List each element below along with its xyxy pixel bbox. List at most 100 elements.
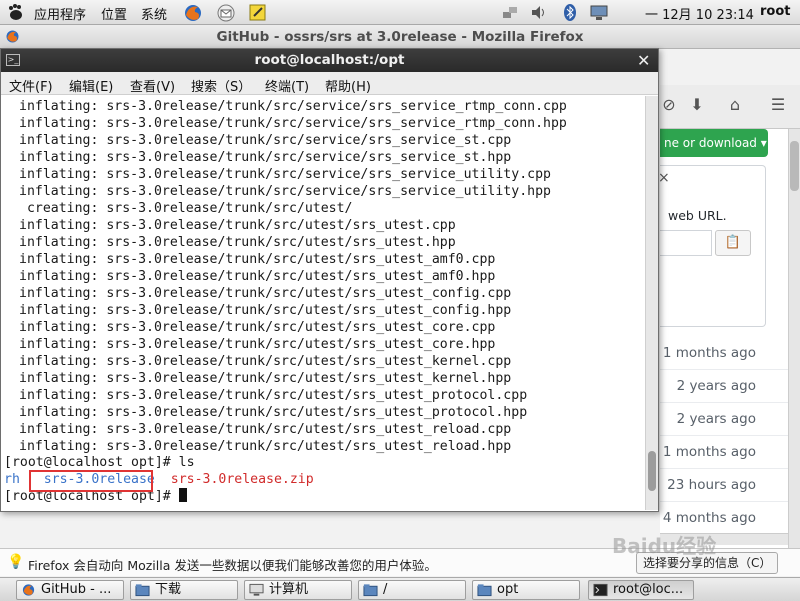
ls-dir-rh: rh	[4, 472, 20, 487]
ls-zip: srs-3.0release.zip	[170, 472, 314, 487]
output-line: inflating: srs-3.0release/trunk/src/utes…	[19, 218, 456, 233]
taskbar: GitHub - ... 下载 计算机 / opt root@loc...	[0, 577, 800, 601]
text-cursor	[178, 488, 187, 502]
output-line: inflating: srs-3.0release/trunk/src/utes…	[19, 235, 456, 250]
task-github[interactable]: GitHub - ...	[16, 580, 124, 600]
clone-url-input[interactable]	[660, 230, 712, 256]
terminal-titlebar[interactable]: >_ root@localhost:/opt ✕	[1, 49, 658, 72]
output-line: inflating: srs-3.0release/trunk/src/utes…	[19, 439, 512, 454]
row-divider	[660, 402, 788, 403]
task-label: /	[383, 582, 388, 597]
output-line: inflating: srs-3.0release/trunk/src/utes…	[19, 388, 528, 403]
display-icon[interactable]	[589, 3, 609, 22]
commit-time: 23 hours ago	[667, 477, 756, 493]
task-computer[interactable]: 计算机	[244, 580, 352, 600]
firefox-vertical-scrollbar[interactable]	[788, 129, 800, 554]
commit-time: 1 months ago	[662, 444, 756, 460]
task-terminal[interactable]: root@loc...	[588, 580, 694, 600]
terminal-title: root@localhost:/opt	[254, 52, 405, 68]
home-icon[interactable]: ⌂	[724, 95, 746, 117]
menu-file[interactable]: 文件(F)	[9, 76, 53, 95]
task-label: 下载	[155, 582, 182, 597]
clock[interactable]: 一 12月 10 23:14	[645, 4, 754, 23]
system-menu[interactable]: 系统	[141, 4, 167, 23]
terminal-icon	[593, 583, 608, 597]
menu-terminal[interactable]: 终端(T)	[265, 76, 309, 95]
output-line: inflating: srs-3.0release/trunk/src/serv…	[19, 133, 512, 148]
terminal-output[interactable]: inflating: srs-3.0release/trunk/src/serv…	[1, 96, 644, 510]
row-divider	[660, 435, 788, 436]
terminal-menubar: 文件(F) 编辑(E) 查看(V) 搜索（S） 终端(T) 帮助(H)	[1, 72, 658, 95]
pocket-icon[interactable]: ⊘	[658, 95, 680, 117]
output-line: creating: srs-3.0release/trunk/src/utest…	[19, 201, 353, 216]
mail-launcher-icon[interactable]	[216, 3, 236, 22]
firefox-titlebar[interactable]: GitHub - ossrs/srs at 3.0release - Mozil…	[0, 25, 800, 49]
firefox-launcher-icon[interactable]	[183, 3, 203, 22]
menu-view[interactable]: 查看(V)	[130, 76, 175, 95]
bluetooth-icon[interactable]	[560, 3, 580, 22]
task-opt-folder[interactable]: opt	[472, 580, 580, 600]
output-line: inflating: srs-3.0release/trunk/src/serv…	[19, 167, 551, 182]
gnome-foot-icon[interactable]	[6, 3, 26, 22]
applications-menu[interactable]: 应用程序	[34, 4, 86, 23]
firefox-icon	[22, 584, 35, 596]
github-page: ne or download ▾ × web URL. 📋 1 months a…	[658, 129, 788, 554]
clipboard-icon[interactable]: 📋	[715, 230, 751, 256]
notes-launcher-icon[interactable]	[248, 3, 268, 22]
output-line: inflating: srs-3.0release/trunk/src/utes…	[19, 354, 512, 369]
volume-icon[interactable]	[529, 3, 549, 22]
output-line: inflating: srs-3.0release/trunk/src/utes…	[19, 286, 512, 301]
folder-icon	[477, 584, 492, 597]
task-label: root@loc...	[613, 582, 684, 597]
clone-popup: × web URL. 📋	[658, 165, 766, 327]
clone-popup-text: web URL.	[668, 208, 727, 223]
row-divider	[660, 369, 788, 370]
top-panel: 应用程序 位置 系统 一 12月 10 23:14 root	[0, 0, 800, 25]
menu-edit[interactable]: 编辑(E)	[69, 76, 113, 95]
task-label: 计算机	[269, 582, 309, 597]
computer-icon	[249, 583, 264, 596]
folder-icon	[363, 584, 378, 597]
scrollbar-thumb[interactable]	[648, 451, 656, 491]
output-line: inflating: srs-3.0release/trunk/src/serv…	[19, 184, 551, 199]
places-menu[interactable]: 位置	[101, 4, 127, 23]
output-line: inflating: srs-3.0release/trunk/src/utes…	[19, 405, 528, 420]
task-label: opt	[497, 582, 519, 597]
prompt-ls: [root@localhost opt]# ls	[4, 455, 195, 470]
commit-time: 4 months ago	[662, 510, 756, 526]
close-icon[interactable]: ×	[658, 170, 670, 186]
output-line: inflating: srs-3.0release/trunk/src/serv…	[19, 99, 567, 114]
menu-help[interactable]: 帮助(H)	[325, 76, 371, 95]
network-icon[interactable]	[500, 3, 520, 22]
output-line: inflating: srs-3.0release/trunk/src/utes…	[19, 252, 496, 267]
row-divider	[660, 468, 788, 469]
commit-time: 2 years ago	[676, 378, 756, 394]
commit-time: 2 years ago	[676, 411, 756, 427]
task-label: GitHub - ...	[41, 582, 112, 597]
output-line: inflating: srs-3.0release/trunk/src/serv…	[19, 150, 512, 165]
commit-time: 1 months ago	[662, 345, 756, 361]
output-line: inflating: srs-3.0release/trunk/src/utes…	[19, 371, 512, 386]
clone-download-label: ne or download ▾	[664, 136, 767, 150]
output-line: inflating: srs-3.0release/trunk/src/serv…	[19, 116, 567, 131]
downloads-icon[interactable]: ⬇	[686, 95, 708, 117]
notification-text: Firefox 会自动向 Mozilla 发送一些数据以便我们能够改善您的用户体…	[28, 558, 437, 573]
lightbulb-icon: 💡	[7, 554, 25, 570]
user-menu[interactable]: root	[760, 4, 791, 19]
scrollbar-thumb[interactable]	[790, 141, 799, 191]
clone-download-button[interactable]: ne or download ▾	[660, 129, 768, 157]
task-root-folder[interactable]: /	[358, 580, 466, 600]
baidu-watermark: Baidu经验	[612, 534, 717, 558]
menu-search[interactable]: 搜索（S）	[191, 76, 251, 95]
firefox-toolbar: ⊘ ⬇ ⌂ ☰	[660, 85, 800, 129]
close-icon[interactable]: ✕	[637, 51, 650, 70]
row-divider	[660, 501, 788, 502]
hamburger-menu-icon[interactable]: ☰	[767, 95, 789, 117]
output-line: inflating: srs-3.0release/trunk/src/utes…	[19, 269, 496, 284]
output-line: inflating: srs-3.0release/trunk/src/utes…	[19, 422, 512, 437]
task-downloads[interactable]: 下载	[130, 580, 238, 600]
folder-icon	[135, 584, 150, 597]
terminal-scrollbar[interactable]	[645, 96, 658, 510]
output-line: inflating: srs-3.0release/trunk/src/utes…	[19, 303, 512, 318]
firefox-window-title: GitHub - ossrs/srs at 3.0release - Mozil…	[216, 29, 584, 45]
